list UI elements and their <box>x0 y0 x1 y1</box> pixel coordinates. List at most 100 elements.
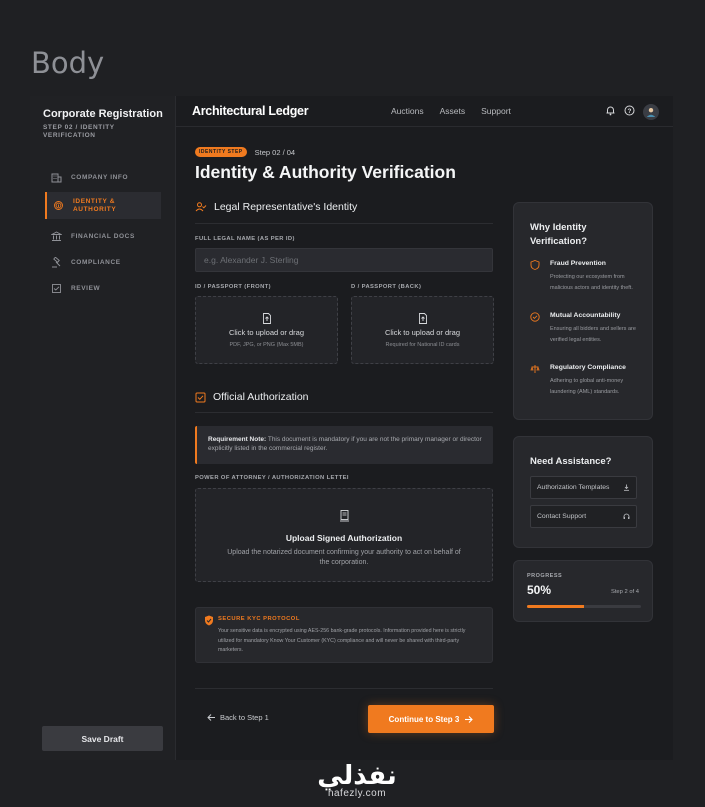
id-back-label: D / PASSPORT (BACK) <box>351 284 422 290</box>
gavel-icon <box>51 256 62 268</box>
progress-card: PROGRESS 50% Step 2 of 4 <box>513 560 653 622</box>
checkbox-icon <box>195 392 206 402</box>
requirement-note: Requirement Note: This document is manda… <box>195 426 493 464</box>
poa-label: POWER OF ATTORNEY / AUTHORIZATION LETTEI <box>195 475 349 481</box>
item-title: Regulatory Compliance <box>550 364 626 371</box>
contact-support-button[interactable]: Contact Support <box>530 505 637 528</box>
bell-icon[interactable] <box>605 103 616 121</box>
watermark-arabic: نفذلي <box>317 761 397 791</box>
nav-auctions[interactable]: Auctions <box>391 106 424 116</box>
brand-logo[interactable]: Architectural Ledger <box>192 104 309 118</box>
file-upload-icon <box>262 312 271 324</box>
top-nav: Auctions Assets Support <box>391 106 527 116</box>
page-title: Identity & Authority Verification <box>195 162 456 182</box>
save-draft-button[interactable]: Save Draft <box>42 726 163 751</box>
nav-assets[interactable]: Assets <box>440 106 466 116</box>
item-title: Fraud Prevention <box>550 260 606 267</box>
building-icon <box>51 172 62 183</box>
progress-label: PROGRESS <box>527 573 563 579</box>
item-desc: Adhering to global anti-money laundering… <box>550 378 624 395</box>
sidebar-step: STEP 02 / IDENTITY VERIFICATION <box>43 124 115 139</box>
sidebar-nav: COMPANY INFO IDENTITY & AUTHORITY FINANC… <box>45 164 161 301</box>
section-legal-representative: Legal Representative's Identity <box>195 201 357 213</box>
sidebar-item-identity[interactable]: IDENTITY & AUTHORITY <box>45 192 161 219</box>
item-desc: Protecting our ecosystem from malicious … <box>550 274 633 291</box>
section-title: Legal Representative's Identity <box>214 201 358 213</box>
shield-icon <box>205 615 213 626</box>
back-label: Back to Step 1 <box>220 713 269 722</box>
user-check-icon <box>195 202 207 212</box>
scale-icon <box>530 365 540 373</box>
assistance-card: Need Assistance? Authorization Templates… <box>513 436 653 548</box>
sidebar-title: Corporate Registration <box>43 108 163 120</box>
file-upload-icon <box>418 312 427 324</box>
sidebar-item-review[interactable]: REVIEW <box>45 275 161 301</box>
kyc-body: Your sensitive data is encrypted using A… <box>218 628 466 653</box>
arrow-left-icon <box>207 714 215 721</box>
step-row: IDENTITY STEP Step 02 / 04 <box>195 147 295 157</box>
sidebar-item-label: IDENTITY & AUTHORITY <box>73 197 117 213</box>
progress-percent: 50% <box>527 583 552 597</box>
step-indicator: Step 02 / 04 <box>254 147 296 157</box>
app-window: Corporate Registration STEP 02 / IDENTIT… <box>30 96 673 760</box>
sidebar: Corporate Registration STEP 02 / IDENTIT… <box>30 96 176 760</box>
authorization-upload[interactable]: Upload Signed Authorization Upload the n… <box>195 488 493 582</box>
item-title: Mutual Accountability <box>550 312 621 319</box>
continue-button[interactable]: Continue to Step 3 <box>368 705 494 733</box>
verified-icon <box>530 312 540 322</box>
arrow-right-icon <box>465 715 474 723</box>
progress-fill <box>527 605 584 608</box>
divider <box>195 688 493 689</box>
sidebar-item-label: COMPANY INFO <box>71 173 129 181</box>
card-title: Need Assistance? <box>530 456 612 467</box>
top-bar: Architectural Ledger Auctions Assets Sup… <box>176 96 673 127</box>
section-official-authorization: Official Authorization <box>195 391 309 403</box>
avatar[interactable] <box>643 104 659 120</box>
fingerprint-icon <box>53 200 64 211</box>
upload-subtitle: Required for National ID cards <box>385 341 460 348</box>
progress-track <box>527 605 641 608</box>
bank-icon <box>51 230 62 242</box>
section-title: Official Authorization <box>213 391 309 403</box>
progress-step: Step 2 of 4 <box>610 589 639 595</box>
item-desc: Ensuring all bidders and sellers are ver… <box>550 326 636 343</box>
svg-text:?: ? <box>628 108 632 115</box>
back-button[interactable]: Back to Step 1 <box>207 713 269 722</box>
shield-icon <box>530 260 540 270</box>
top-icons: ? <box>605 103 659 121</box>
document-icon <box>196 509 492 527</box>
kyc-heading: SECURE KYC PROTOCOL <box>218 616 300 622</box>
sidebar-item-compliance[interactable]: COMPLIANCE <box>45 249 161 275</box>
id-front-upload[interactable]: Click to upload or drag PDF, JPG, or PNG… <box>195 296 338 364</box>
upload-subtitle: Upload the notarized document confirming… <box>227 549 461 566</box>
id-front-label: ID / PASSPORT (FRONT) <box>195 284 271 290</box>
upload-subtitle: PDF, JPG, or PNG (Max 5MB) <box>229 341 304 348</box>
kyc-protocol-card: SECURE KYC PROTOCOL Your sensitive data … <box>195 607 493 663</box>
watermark-logo: نفذلي nafezly.com <box>312 762 402 799</box>
review-icon <box>51 283 62 294</box>
divider <box>195 223 493 224</box>
sidebar-item-financial-docs[interactable]: FINANCIAL DOCS <box>45 223 161 249</box>
full-name-input[interactable]: e.g. Alexander J. Sterling <box>195 248 493 272</box>
note-heading: Requirement Note: <box>208 436 267 443</box>
button-label: Authorization Templates <box>537 484 610 491</box>
sidebar-item-label: COMPLIANCE <box>71 258 121 266</box>
upload-title: Click to upload or drag <box>228 327 305 337</box>
nav-support[interactable]: Support <box>481 106 511 116</box>
headset-icon <box>623 513 630 519</box>
id-back-upload[interactable]: Click to upload or drag Required for Nat… <box>351 296 494 364</box>
continue-label: Continue to Step 3 <box>388 714 460 724</box>
upload-title: Click to upload or drag <box>384 327 461 337</box>
sidebar-item-label: FINANCIAL DOCS <box>71 232 135 240</box>
identity-step-badge: IDENTITY STEP <box>195 147 247 157</box>
sidebar-item-company-info[interactable]: COMPANY INFO <box>45 164 161 190</box>
full-name-label: FULL LEGAL NAME (AS PER ID) <box>195 236 295 242</box>
authorization-templates-button[interactable]: Authorization Templates <box>530 476 637 499</box>
download-icon <box>624 484 629 491</box>
frame-label: Body <box>31 46 105 80</box>
divider <box>195 412 493 413</box>
button-label: Contact Support <box>537 513 587 520</box>
help-icon[interactable]: ? <box>624 103 635 121</box>
upload-title: Upload Signed Authorization <box>285 533 403 543</box>
main-area: Architectural Ledger Auctions Assets Sup… <box>176 96 673 760</box>
